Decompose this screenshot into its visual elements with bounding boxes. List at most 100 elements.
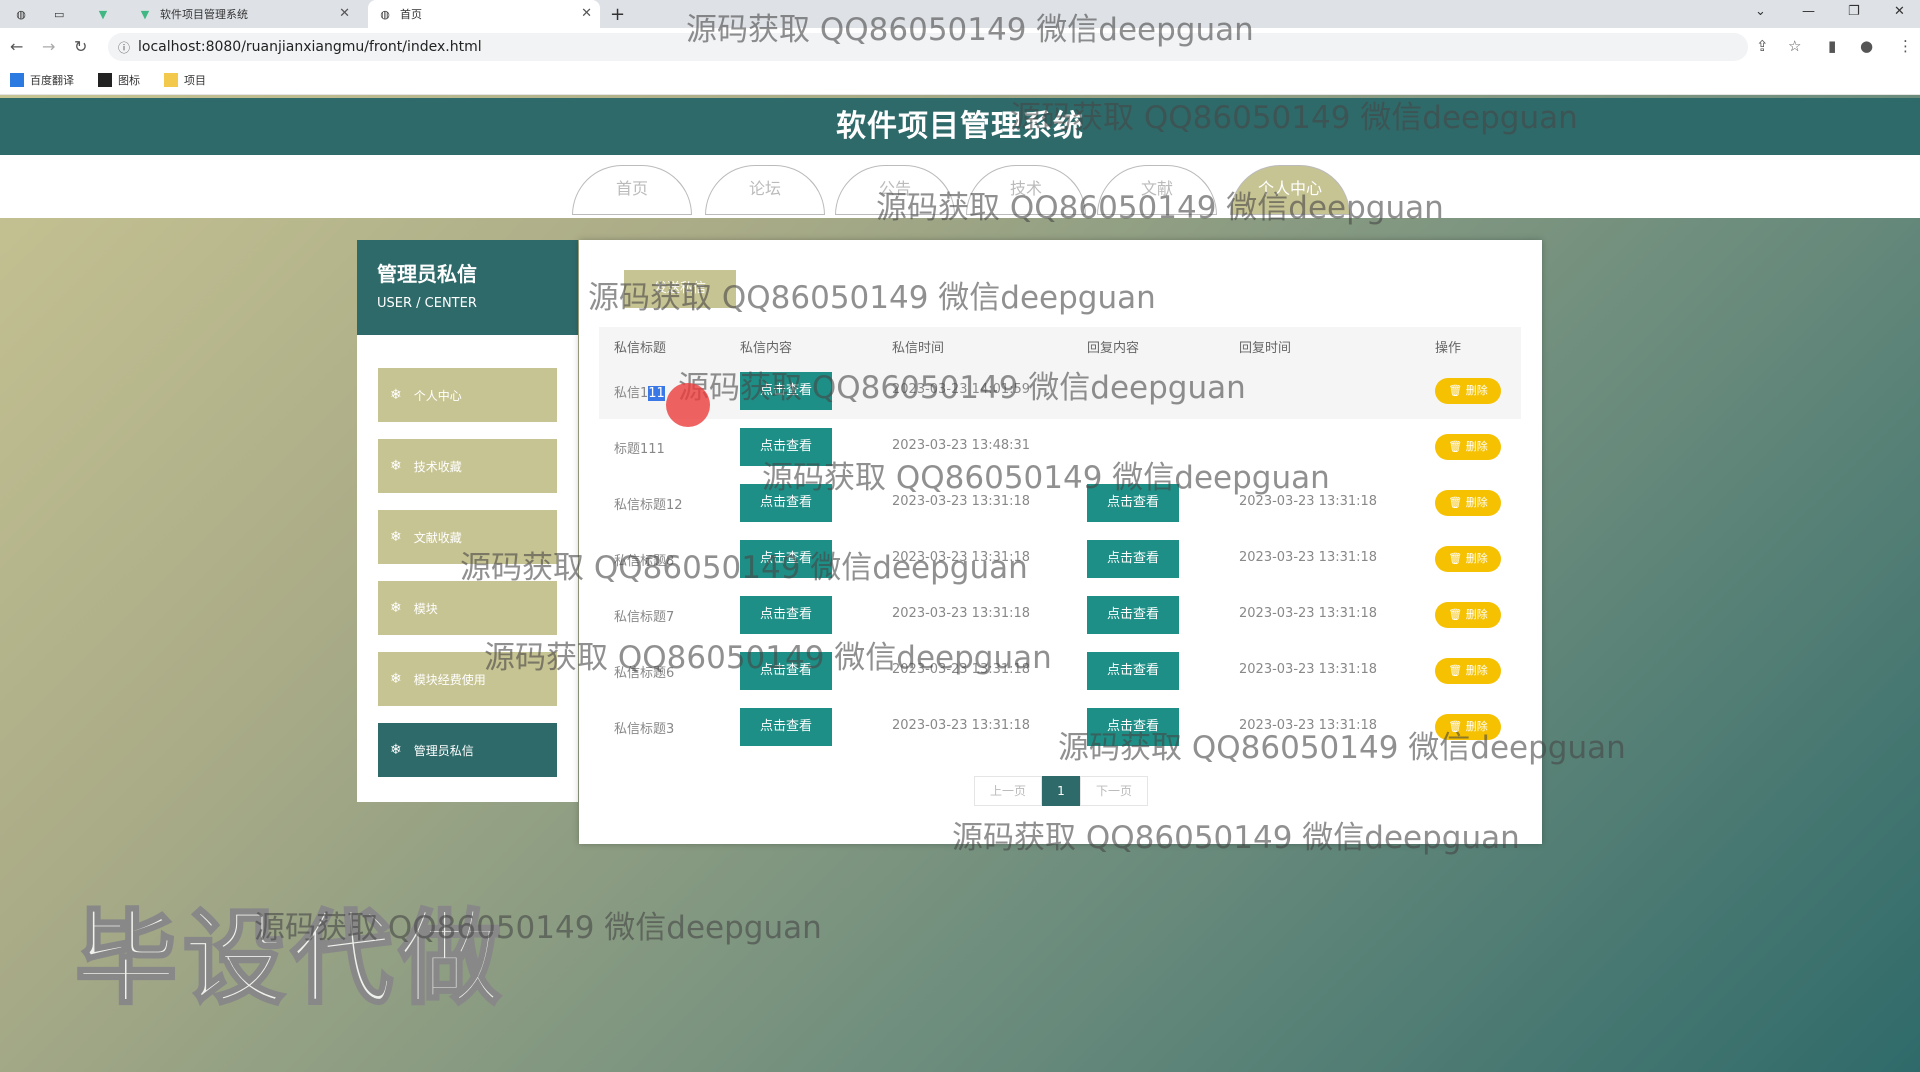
view-content-button[interactable]: 点击查看	[740, 540, 832, 578]
profile-icon[interactable]: ●	[1860, 37, 1873, 55]
page-number-button[interactable]: 1	[1042, 776, 1080, 806]
url-field[interactable]: ⓘ localhost:8080/ruanjianxiangmu/front/i…	[108, 33, 1748, 61]
close-icon[interactable]: ✕	[339, 6, 350, 21]
new-tab-button[interactable]: +	[610, 0, 638, 28]
col-time: 私信时间	[892, 341, 945, 356]
nav-home[interactable]: 首页	[572, 165, 692, 215]
row-reply-time: 2023-03-23 13:31:18	[1239, 718, 1378, 733]
snowflake-icon: ❄	[390, 529, 402, 545]
share-icon[interactable]: ⇪	[1756, 37, 1769, 55]
close-icon[interactable]: ✕	[581, 6, 592, 21]
table-row: 私信标题3 点击查看 2023-03-23 13:31:18 点击查看 2023-03-…	[599, 699, 1521, 755]
row-time: 2023-03-23 13:31:18	[892, 662, 1031, 677]
delete-button[interactable]: 🗑 删除	[1435, 490, 1501, 516]
row-time: 2023-03-23 13:48:31	[892, 438, 1031, 453]
delete-button[interactable]: 🗑 删除	[1435, 658, 1501, 684]
row-time: 2023-03-23 13:31:18	[892, 550, 1031, 565]
sidebar-item-tech-favorites[interactable]: ❄ 技术收藏	[378, 439, 557, 493]
row-title-text: 私信1	[614, 386, 649, 401]
browser-tab-bar: ◍ ▭ ▼ ▼ 软件项目管理系统 ✕ ◍ 首页 ✕ + ⌄ — ❐ ✕	[0, 0, 1920, 28]
sidebar-item-user-center[interactable]: ❄ 个人中心	[378, 368, 557, 422]
snowflake-icon: ❄	[390, 458, 402, 474]
image-icon	[98, 73, 112, 87]
view-content-button[interactable]: 点击查看	[740, 596, 832, 634]
delete-button[interactable]: 🗑 删除	[1435, 714, 1501, 740]
banner-text: 毕设代做	[74, 899, 507, 1021]
star-icon[interactable]: ☆	[1788, 37, 1801, 55]
tab-globe[interactable]: ◍	[6, 0, 34, 28]
send-message-button[interactable]: 发送私信	[624, 270, 736, 308]
nav-notice[interactable]: 公告	[835, 165, 955, 215]
sidebar-item-module-funds[interactable]: ❄ 模块经费使用	[378, 652, 557, 706]
view-content-button[interactable]: 点击查看	[740, 428, 832, 466]
table-row: 私信标题6 点击查看 2023-03-23 13:31:18 点击查看 2023-03-…	[599, 643, 1521, 699]
sidepanel-icon[interactable]: ▮	[1828, 37, 1836, 55]
menu-icon[interactable]: ⋮	[1898, 37, 1913, 55]
sidebar-item-literature-favorites[interactable]: ❄ 文献收藏	[378, 510, 557, 564]
tab-vue[interactable]: ▼	[88, 0, 116, 28]
minimize-icon[interactable]: —	[1802, 4, 1815, 19]
next-page-button[interactable]: 下一页	[1080, 776, 1148, 806]
sidebar-item-label: 模块经费使用	[413, 672, 486, 687]
view-reply-button[interactable]: 点击查看	[1087, 484, 1179, 522]
chevron-down-icon[interactable]: ⌄	[1755, 4, 1766, 19]
translate-icon	[10, 73, 24, 87]
close-window-icon[interactable]: ✕	[1894, 4, 1905, 19]
tab-system[interactable]: ▼ 软件项目管理系统 ✕	[128, 0, 358, 28]
row-title: 私信标题6	[614, 666, 675, 681]
delete-label: 删除	[1465, 496, 1488, 509]
col-content: 私信内容	[740, 341, 793, 356]
bookmark-item[interactable]: 项目	[164, 72, 206, 88]
vue-icon: ▼	[98, 7, 108, 21]
tab-blank[interactable]: ▭	[44, 0, 72, 28]
content-panel: 发送私信 私信标题 私信内容 私信时间 回复内容 回复时间 操作 私信111 点击…	[579, 240, 1542, 844]
table-row: 标题111 点击查看 2023-03-23 13:48:31 🗑 删除	[599, 419, 1521, 475]
nav-literature[interactable]: 文献	[1097, 165, 1217, 215]
trash-icon: 🗑	[1448, 440, 1466, 453]
row-time: 2023-03-23 14:01:59	[892, 382, 1031, 397]
delete-button[interactable]: 🗑 删除	[1435, 378, 1501, 404]
view-reply-button[interactable]: 点击查看	[1087, 596, 1179, 634]
trash-icon: 🗑	[1448, 496, 1466, 509]
address-bar: ← → ↻ ⓘ localhost:8080/ruanjianxiangmu/f…	[0, 28, 1920, 66]
prev-page-button[interactable]: 上一页	[974, 776, 1042, 806]
row-title: 私信标题3	[614, 722, 675, 737]
view-content-button[interactable]: 点击查看	[740, 484, 832, 522]
globe-icon: ◍	[380, 7, 390, 21]
view-reply-button[interactable]: 点击查看	[1087, 652, 1179, 690]
tab-home[interactable]: ◍ 首页 ✕	[368, 0, 600, 28]
back-icon[interactable]: ←	[10, 37, 23, 56]
sidebar-item-admin-messages[interactable]: ❄ 管理员私信	[378, 723, 557, 777]
row-time: 2023-03-23 13:31:18	[892, 606, 1031, 621]
sidebar-subtitle: USER / CENTER	[377, 296, 477, 311]
restore-icon[interactable]: ❐	[1848, 4, 1860, 19]
delete-button[interactable]: 🗑 删除	[1435, 434, 1501, 460]
col-reply: 回复内容	[1087, 341, 1140, 356]
sidebar-item-module[interactable]: ❄ 模块	[378, 581, 557, 635]
site-title: 软件项目管理系统	[0, 98, 1920, 155]
trash-icon: 🗑	[1448, 552, 1466, 565]
delete-label: 删除	[1465, 440, 1488, 453]
forward-icon[interactable]: →	[42, 37, 55, 56]
bookmark-item[interactable]: 百度翻译	[10, 72, 74, 88]
bookmark-label: 百度翻译	[30, 74, 74, 87]
view-content-button[interactable]: 点击查看	[740, 652, 832, 690]
nav-user-center[interactable]: 个人中心	[1230, 165, 1350, 215]
view-content-button[interactable]: 点击查看	[740, 708, 832, 746]
delete-button[interactable]: 🗑 删除	[1435, 546, 1501, 572]
bookmark-item[interactable]: 图标	[98, 72, 140, 88]
view-content-button[interactable]: 点击查看	[740, 372, 832, 410]
table-body: 私信111 点击查看 2023-03-23 14:01:59 🗑 删除 标题111 点击查…	[599, 363, 1521, 755]
table-row: 私信111 点击查看 2023-03-23 14:01:59 🗑 删除	[599, 363, 1521, 419]
nav-tech[interactable]: 技术	[966, 165, 1086, 215]
delete-label: 删除	[1465, 720, 1488, 733]
reload-icon[interactable]: ↻	[74, 37, 87, 56]
delete-button[interactable]: 🗑 删除	[1435, 602, 1501, 628]
view-reply-button[interactable]: 点击查看	[1087, 540, 1179, 578]
info-icon: ⓘ	[118, 40, 131, 55]
view-reply-button[interactable]: 点击查看	[1087, 708, 1179, 746]
row-title: 私信标题8	[614, 554, 675, 569]
sidebar-item-label: 模块	[413, 601, 438, 616]
nav-forum[interactable]: 论坛	[705, 165, 825, 215]
page-icon: ▭	[54, 7, 65, 21]
